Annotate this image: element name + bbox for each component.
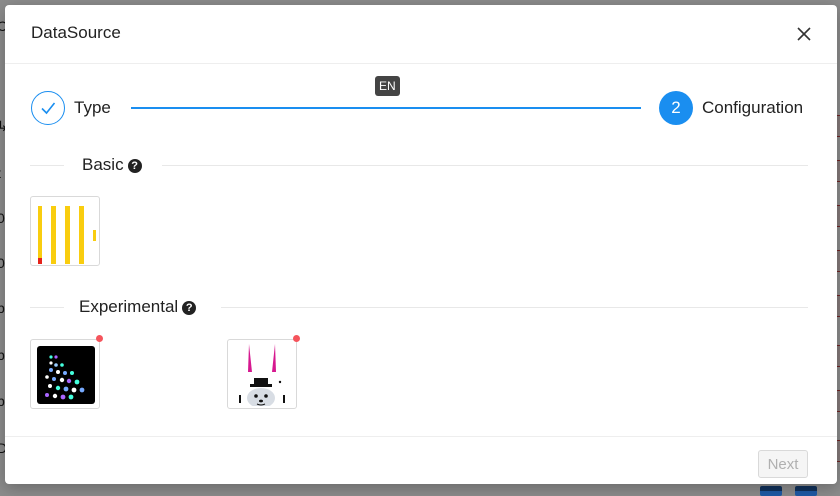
- new-badge-dot: [293, 335, 300, 342]
- section-basic: Basic?: [30, 153, 808, 177]
- modal-footer: Next: [5, 436, 837, 485]
- question-circle-icon[interactable]: ?: [127, 159, 142, 173]
- rabbit-magician-logo-icon: [239, 344, 285, 406]
- section-title-experimental: Experimental?: [79, 297, 197, 317]
- check-icon: [31, 91, 65, 125]
- step-label-configuration: Configuration: [702, 98, 804, 117]
- datasource-tile-experimental-2[interactable]: [227, 335, 300, 409]
- section-experimental: Experimental?: [30, 295, 808, 319]
- steps: Type EN 2 Configuration: [5, 63, 837, 143]
- clickhouse-logo-icon: [38, 206, 96, 264]
- question-circle-icon[interactable]: ?: [182, 301, 197, 315]
- section-title-basic: Basic?: [82, 155, 142, 175]
- modal-title: DataSource: [31, 23, 121, 42]
- divider: [221, 307, 808, 308]
- divider: [30, 165, 64, 166]
- modal-header: DataSource: [5, 5, 837, 64]
- new-badge-dot: [96, 335, 103, 342]
- step-number-badge: 2: [659, 91, 693, 125]
- divider: [30, 307, 64, 308]
- close-icon[interactable]: [793, 23, 815, 45]
- language-badge[interactable]: EN: [375, 76, 400, 96]
- datasource-modal: DataSource Type EN 2 Configuration Basic…: [5, 5, 837, 484]
- step-connector: [131, 107, 641, 109]
- section-label: Basic: [82, 155, 124, 174]
- dot-matrix-logo-icon: [37, 346, 95, 404]
- divider: [162, 165, 808, 166]
- datasource-tile-experimental-1[interactable]: [30, 335, 103, 409]
- datasource-tile-clickhouse[interactable]: [30, 196, 100, 266]
- step-label-type: Type: [74, 98, 111, 117]
- next-button[interactable]: Next: [758, 450, 808, 478]
- section-label: Experimental: [79, 297, 179, 316]
